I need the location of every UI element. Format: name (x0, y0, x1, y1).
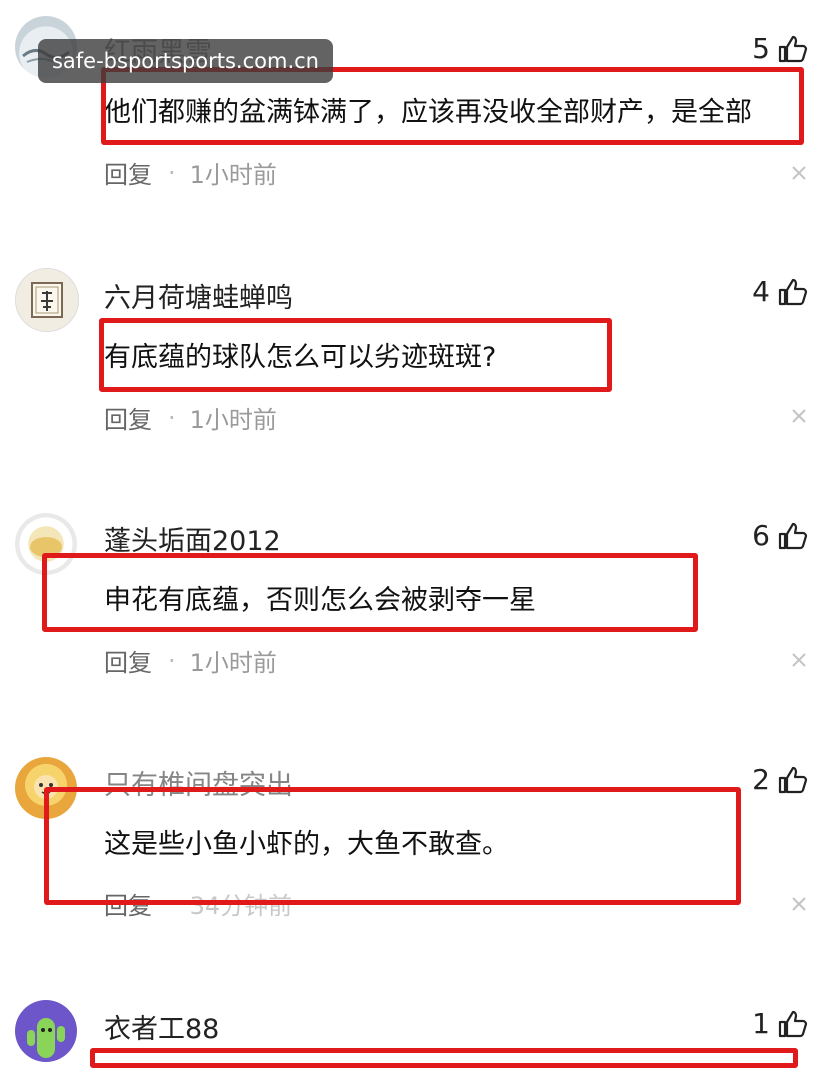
highlight-box (99, 318, 612, 392)
reply-button[interactable]: 回复 (104, 643, 152, 678)
thumbs-up-icon (778, 35, 808, 62)
highlight-box (90, 1048, 798, 1068)
like-count: 5 (752, 32, 770, 65)
thumbs-up-icon (778, 766, 808, 793)
close-icon[interactable] (790, 407, 808, 425)
like-button[interactable]: 5 (752, 32, 808, 65)
thumbs-up-icon (778, 522, 808, 549)
timestamp: 1小时前 (189, 161, 277, 189)
highlight-box (44, 787, 741, 905)
timestamp: 1小时前 (189, 406, 277, 434)
close-icon[interactable] (790, 895, 808, 913)
separator-dot: · (168, 403, 176, 432)
watermark: safe-bsportsports.com.cn (38, 39, 333, 83)
reply-button[interactable]: 回复 (104, 400, 152, 435)
close-icon[interactable] (790, 651, 808, 669)
comment-meta: 回复 · 1小时前 (104, 155, 277, 190)
avatar[interactable] (15, 268, 79, 332)
separator-dot: · (168, 646, 176, 675)
like-count: 6 (752, 519, 770, 552)
username[interactable]: 衣者工88 (104, 1007, 219, 1046)
like-count: 4 (752, 275, 770, 308)
close-icon[interactable] (790, 164, 808, 182)
avatar[interactable] (15, 1000, 77, 1062)
thumbs-up-icon (778, 1010, 808, 1037)
like-button[interactable]: 4 (752, 275, 808, 308)
like-button[interactable]: 6 (752, 519, 808, 552)
highlight-box (42, 553, 698, 632)
timestamp: 1小时前 (189, 649, 277, 677)
separator-dot: · (168, 158, 176, 187)
like-count: 2 (752, 763, 770, 796)
like-count: 1 (752, 1007, 770, 1040)
reply-button[interactable]: 回复 (104, 155, 152, 190)
like-button[interactable]: 1 (752, 1007, 808, 1040)
thumbs-up-icon (778, 278, 808, 305)
comment-meta: 回复 · 1小时前 (104, 400, 277, 435)
username[interactable]: 六月荷塘蛙蝉鸣 (104, 276, 293, 315)
like-button[interactable]: 2 (752, 763, 808, 796)
comment-meta: 回复 · 1小时前 (104, 643, 277, 678)
